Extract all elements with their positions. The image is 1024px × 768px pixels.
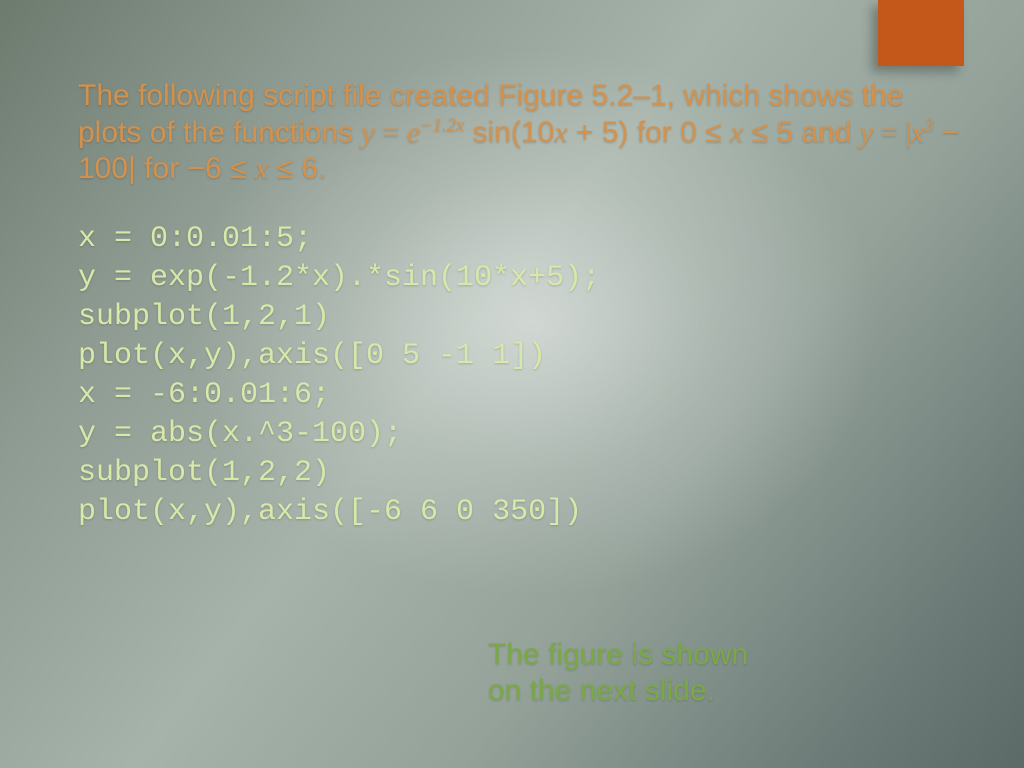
- eq-sign: =: [375, 116, 407, 149]
- desc-part: ≤ 6.: [268, 152, 326, 185]
- var-e: e: [407, 116, 420, 149]
- code-line: subplot(1,2,2): [78, 456, 330, 490]
- var-y: y: [362, 116, 375, 149]
- slide: The following script file created Figure…: [0, 0, 1024, 768]
- var-x: x: [554, 116, 567, 149]
- code-block: x = 0:0.01:5; y = exp(-1.2*x).*sin(10*x+…: [78, 220, 974, 532]
- code-line: y = exp(-1.2*x).*sin(10*x+5);: [78, 261, 600, 295]
- desc-part: ≤ 5 and: [743, 116, 860, 149]
- description-text: The following script file created Figure…: [78, 78, 974, 188]
- var-y: y: [860, 116, 873, 149]
- code-line: plot(x,y),axis([-6 6 0 350]): [78, 495, 582, 529]
- desc-part: + 5) for 0 ≤: [568, 116, 730, 149]
- accent-rectangle: [878, 0, 964, 66]
- eq-sign: = |: [873, 116, 911, 149]
- slide-content: The following script file created Figure…: [78, 78, 974, 532]
- code-line: subplot(1,2,1): [78, 300, 330, 334]
- footer-line-2: on the next slide.: [488, 673, 748, 710]
- code-line: x = 0:0.01:5;: [78, 222, 312, 256]
- code-line: x = -6:0.01:6;: [78, 378, 330, 412]
- footer-line-1: The figure is shown: [488, 637, 748, 674]
- var-x: x: [911, 116, 924, 149]
- var-x: x: [730, 116, 743, 149]
- var-x: x: [255, 152, 268, 185]
- footer-note: The figure is shown on the next slide.: [488, 637, 748, 710]
- code-line: plot(x,y),axis([0 5 -1 1]): [78, 339, 546, 373]
- cube-sup: 3: [924, 115, 933, 136]
- exp-text: −1.2x: [420, 115, 464, 136]
- code-line: y = abs(x.^3-100);: [78, 417, 402, 451]
- desc-part: sin(10: [464, 116, 554, 149]
